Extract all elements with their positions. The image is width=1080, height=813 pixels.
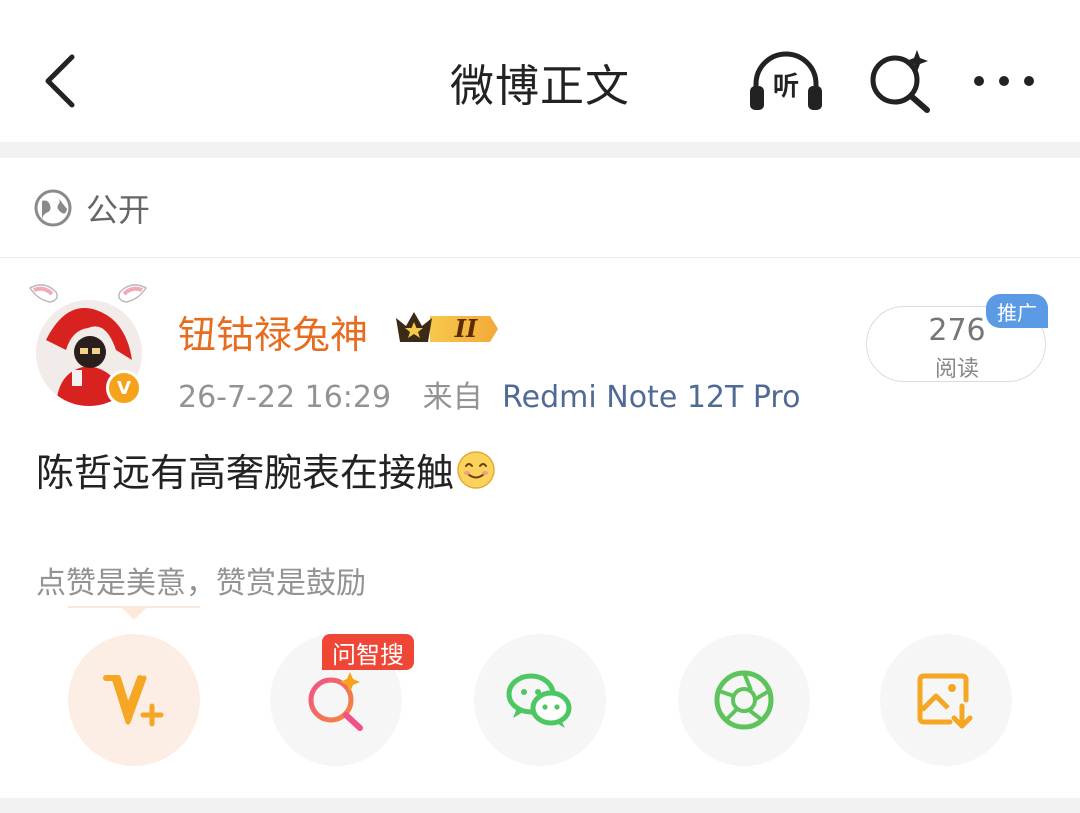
section-divider [0,142,1080,158]
wechat-icon [506,673,572,728]
source-prefix: 来自 [422,380,483,415]
author-name[interactable]: 钮钴禄兔神 [178,304,368,359]
back-arrow-icon [45,54,75,108]
more-button[interactable] [964,46,1044,116]
image-download-icon [917,673,973,729]
search-button[interactable] [860,46,940,116]
smile-emoji-icon [457,450,495,489]
verified-badge: V [106,370,142,406]
post-text: 陈哲远有高奢腕表在接触 [36,451,455,495]
save-image-button[interactable] [880,634,1012,766]
tip-caret [120,606,148,620]
moments-aperture-icon [714,670,774,730]
post-timestamp: 26-7-22 16:29 [178,380,392,415]
post-body: 陈哲远有高奢腕表在接触 [36,442,496,497]
author-avatar[interactable]: V [26,278,150,410]
post-meta: 26-7-22 16:29 来自 Redmi Note 12T Pro [178,372,800,416]
promo-tag: 推广 [986,294,1048,328]
wenzhisou-tag: 问智搜 [322,634,414,670]
more-dots-icon [974,76,1034,86]
member-badge[interactable]: II [394,308,500,350]
visibility-label: 公开 [86,190,151,229]
top-bar: 微博正文 听 [0,0,1080,142]
reward-button[interactable] [68,634,200,766]
visibility-row: 公开 [0,158,1080,258]
ai-search-icon [870,50,930,113]
reward-tip: 点赞是美意，赞赏是鼓励 [36,566,366,601]
share-moments-button[interactable] [678,634,810,766]
listen-label: 听 [772,71,799,102]
v-plus-icon [103,675,164,727]
back-button[interactable] [30,48,90,114]
ai-search-colored-icon [308,672,363,731]
member-level-text: II [454,314,478,343]
share-wechat-button[interactable] [474,634,606,766]
globe-icon [34,189,72,226]
bottom-divider [0,798,1080,813]
device-link[interactable]: Redmi Note 12T Pro [502,380,800,415]
read-label: 阅读 [934,357,979,382]
listen-button[interactable]: 听 [746,46,826,116]
